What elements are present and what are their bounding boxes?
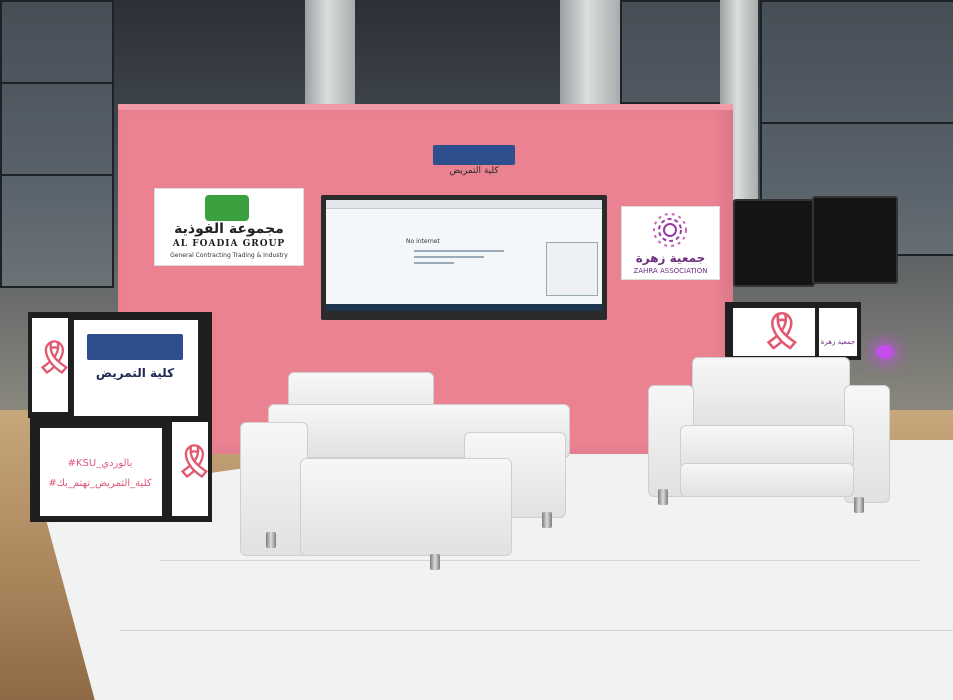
armchair-seat bbox=[300, 458, 512, 556]
screen-taskbar bbox=[326, 304, 602, 311]
zahra-arabic-name: جمعية زهرة bbox=[635, 251, 706, 265]
window-pane bbox=[0, 174, 114, 288]
monitor-screen: No internet bbox=[326, 200, 602, 311]
left-upper-cube-front: كلية التمريض bbox=[74, 320, 198, 416]
wall-monitor: No internet bbox=[321, 195, 607, 320]
pillar bbox=[305, 0, 355, 110]
right-armchair bbox=[648, 355, 892, 515]
network-panel bbox=[546, 242, 598, 296]
foadia-english-name: AL FOADIA GROUP bbox=[172, 239, 286, 249]
ksu-logo-plate bbox=[433, 145, 515, 165]
armchair-seat bbox=[680, 463, 854, 497]
speaker-right bbox=[812, 196, 898, 284]
zahra-english-name: ZAHRA ASSOCIATION bbox=[633, 267, 708, 275]
right-cube-label: جمعية زهرة bbox=[820, 338, 856, 346]
right-cube-front: 🎗 bbox=[733, 308, 815, 356]
left-upper-cube: 🎗 كلية التمريض bbox=[28, 312, 212, 418]
browser-address-bar bbox=[326, 200, 602, 209]
wall-top-edge bbox=[118, 104, 733, 110]
window-pane bbox=[0, 82, 114, 176]
armchair-leg bbox=[854, 497, 864, 513]
armchair-leg bbox=[542, 512, 552, 528]
armchair-backrest bbox=[692, 357, 850, 431]
screen-text-line bbox=[414, 262, 454, 264]
zahra-association-sign: جمعية زهرة ZAHRA ASSOCIATION bbox=[621, 206, 720, 280]
hashtag-1: #KSU_بالوردي bbox=[67, 458, 133, 469]
pink-ribbon-icon: 🎗 bbox=[174, 442, 215, 480]
screen-text-line bbox=[414, 250, 504, 252]
left-lower-cube: #KSU_بالوردي #كلية_التمريض_تهتم_بك 🎗 bbox=[30, 418, 215, 522]
armchair-leg bbox=[266, 532, 276, 548]
window-pane bbox=[0, 0, 114, 84]
left-lower-cube-front: #KSU_بالوردي #كلية_التمريض_تهتم_بك bbox=[40, 428, 162, 516]
left-armchair bbox=[240, 370, 570, 570]
ksu-cube-caption: كلية التمريض bbox=[95, 366, 175, 380]
window-pane bbox=[760, 0, 953, 124]
ksu-badge-caption: كلية التمريض bbox=[449, 166, 499, 176]
platform-seam bbox=[120, 630, 953, 631]
speaker-left bbox=[733, 199, 815, 287]
flower-logo-icon bbox=[653, 213, 687, 247]
screen-text-line bbox=[414, 256, 484, 258]
ksu-nursing-badge: كلية التمريض bbox=[433, 145, 515, 176]
right-cube: 🎗 جمعية زهرة bbox=[725, 302, 861, 360]
left-upper-cube-side: 🎗 bbox=[32, 318, 75, 412]
right-cube-side: جمعية زهرة bbox=[819, 308, 857, 356]
pink-ribbon-icon: 🎗 bbox=[34, 338, 75, 376]
screen-message: No internet bbox=[406, 238, 440, 245]
foadia-logo-icon bbox=[205, 195, 249, 221]
hashtag-2: #كلية_التمريض_تهتم_بك bbox=[48, 478, 152, 489]
ksu-logo bbox=[87, 334, 183, 360]
foadia-tagline: General Contracting Trading & Industry bbox=[170, 252, 288, 259]
armchair-leg bbox=[658, 489, 668, 505]
armchair-leg bbox=[430, 554, 440, 570]
foadia-arabic-name: مجموعة الفوذية bbox=[174, 221, 284, 237]
pink-ribbon-icon: 🎗 bbox=[759, 311, 805, 352]
al-foadia-sign: مجموعة الفوذية AL FOADIA GROUP General C… bbox=[154, 188, 304, 266]
left-lower-cube-side: 🎗 bbox=[172, 422, 215, 516]
